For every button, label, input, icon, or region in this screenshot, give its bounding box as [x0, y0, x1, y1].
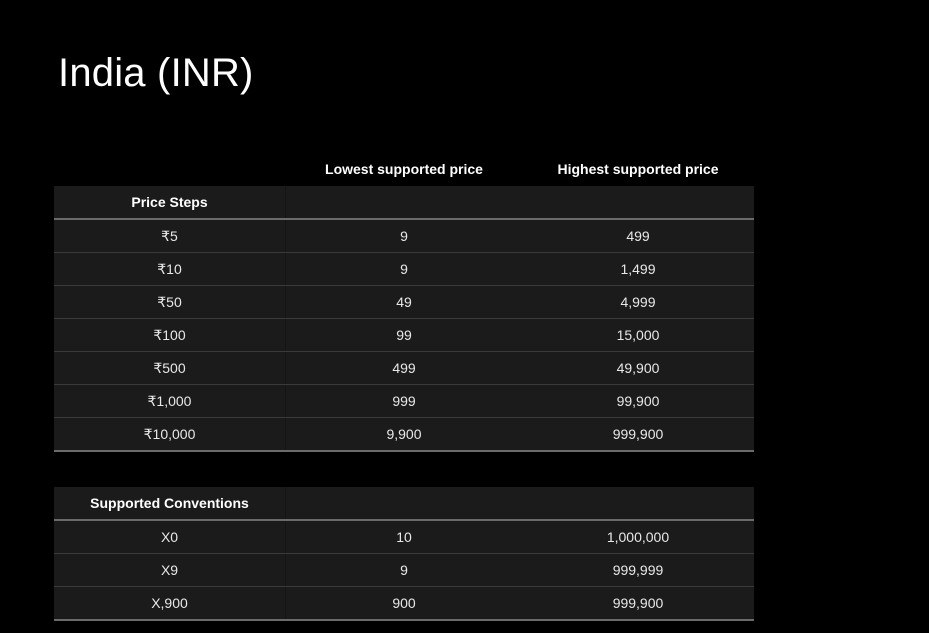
- price-step-cell: ₹10,000: [54, 418, 286, 450]
- conventions-header: Supported Conventions: [54, 487, 286, 519]
- column-header-lowest: Lowest supported price: [325, 161, 483, 177]
- table-row: ₹100 99 15,000: [54, 319, 754, 352]
- price-step-cell: ₹1,000: [54, 385, 286, 417]
- lowest-price-cell: 900: [392, 595, 416, 611]
- header-empty-cell: [522, 186, 754, 218]
- table-row: ₹10,000 9,900 999,900: [54, 418, 754, 452]
- header-empty-cell: [286, 487, 522, 519]
- table-row: X0 10 1,000,000: [54, 521, 754, 554]
- lowest-price-cell: 99: [396, 327, 412, 343]
- highest-price-cell: 4,999: [620, 294, 656, 310]
- lowest-price-cell: 49: [396, 294, 412, 310]
- lowest-price-cell: 499: [392, 360, 416, 376]
- price-step-cell: ₹100: [54, 319, 286, 351]
- highest-price-cell: 49,900: [616, 360, 660, 376]
- highest-price-cell: 1,000,000: [606, 529, 670, 545]
- table-row: ₹50 49 4,999: [54, 286, 754, 319]
- price-steps-header: Price Steps: [54, 186, 286, 218]
- lowest-price-cell: 9: [400, 228, 408, 244]
- price-step-cell: ₹10: [54, 253, 286, 285]
- highest-price-cell: 999,999: [612, 562, 664, 578]
- page-title: India (INR): [58, 51, 254, 95]
- lowest-price-cell: 9: [400, 261, 408, 277]
- price-steps-table: Price Steps ₹5 9 499 ₹10 9 1,499 ₹50 49 …: [54, 186, 754, 452]
- convention-cell: X9: [54, 554, 286, 586]
- lowest-price-cell: 10: [396, 529, 412, 545]
- highest-price-cell: 999,900: [612, 595, 664, 611]
- table-row: ₹5 9 499: [54, 220, 754, 253]
- lowest-price-cell: 999: [392, 393, 416, 409]
- header-empty-cell: [286, 186, 522, 218]
- highest-price-cell: 499: [626, 228, 650, 244]
- lowest-price-cell: 9: [400, 562, 408, 578]
- column-header-highest: Highest supported price: [557, 161, 719, 177]
- table-row: ₹500 499 49,900: [54, 352, 754, 385]
- conventions-header-row: Supported Conventions: [54, 487, 754, 521]
- column-headers: Lowest supported price Highest supported…: [54, 152, 754, 186]
- convention-cell: X,900: [54, 587, 286, 619]
- table-row: ₹10 9 1,499: [54, 253, 754, 286]
- table-row: ₹1,000 999 99,900: [54, 385, 754, 418]
- supported-conventions-table: Supported Conventions X0 10 1,000,000 X9…: [54, 487, 754, 621]
- highest-price-cell: 999,900: [612, 426, 664, 442]
- price-step-cell: ₹500: [54, 352, 286, 384]
- lowest-price-cell: 9,900: [386, 426, 422, 442]
- price-steps-header-row: Price Steps: [54, 186, 754, 220]
- convention-cell: X0: [54, 521, 286, 553]
- table-row: X,900 900 999,900: [54, 587, 754, 621]
- header-empty-cell: [522, 487, 754, 519]
- price-step-cell: ₹50: [54, 286, 286, 318]
- highest-price-cell: 1,499: [620, 261, 656, 277]
- price-step-cell: ₹5: [54, 220, 286, 252]
- highest-price-cell: 99,900: [616, 393, 660, 409]
- column-header-blank: [54, 152, 286, 186]
- highest-price-cell: 15,000: [616, 327, 660, 343]
- table-row: X9 9 999,999: [54, 554, 754, 587]
